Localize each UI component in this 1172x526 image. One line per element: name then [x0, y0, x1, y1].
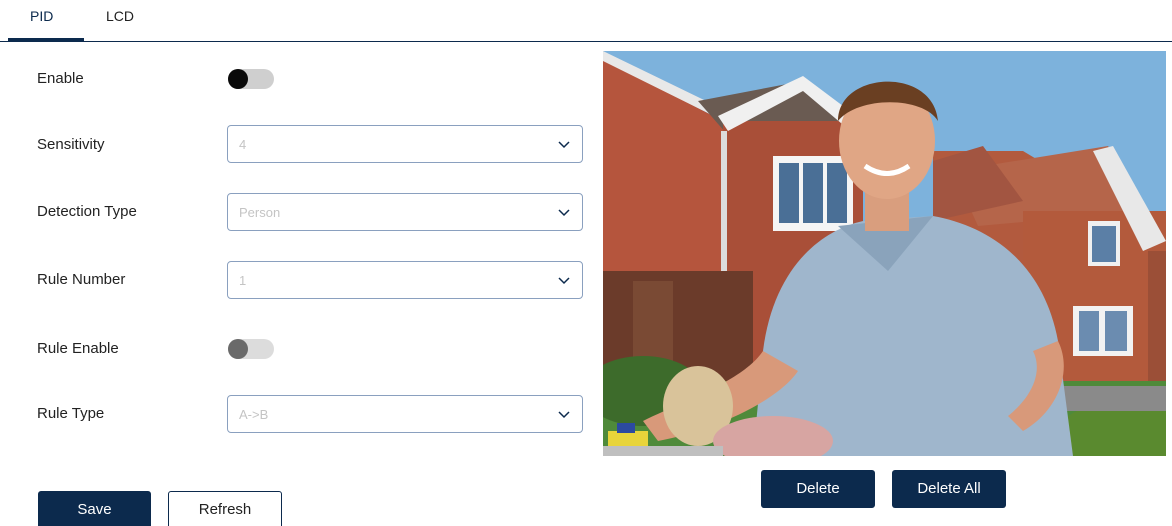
chevron-down-icon: [558, 209, 570, 217]
sensitivity-value: 4: [239, 137, 247, 152]
rule-type-select[interactable]: A->B: [227, 395, 583, 433]
rule-type-value: A->B: [239, 407, 269, 422]
chevron-down-icon: [558, 411, 570, 419]
rule-number-value: 1: [239, 273, 247, 288]
refresh-button[interactable]: Refresh: [168, 491, 282, 526]
active-tab-indicator: [8, 38, 84, 41]
tab-bar: PID LCD: [0, 0, 1172, 42]
camera-preview[interactable]: [603, 51, 1166, 456]
enable-toggle[interactable]: [228, 69, 274, 89]
rule-number-label: Rule Number: [37, 271, 126, 288]
rule-enable-label: Rule Enable: [37, 340, 119, 357]
save-button[interactable]: Save: [38, 491, 151, 526]
detection-type-value: Person: [239, 205, 281, 220]
rule-type-label: Rule Type: [37, 405, 105, 422]
sensitivity-select[interactable]: 4: [227, 125, 583, 163]
detection-type-label: Detection Type: [37, 203, 137, 220]
rule-enable-toggle[interactable]: [228, 339, 274, 359]
rule-number-select[interactable]: 1: [227, 261, 583, 299]
camera-snapshot-image: [603, 51, 1166, 456]
delete-button[interactable]: Delete: [761, 470, 875, 508]
chevron-down-icon: [558, 141, 570, 149]
sensitivity-label: Sensitivity: [37, 136, 105, 153]
toggle-knob: [228, 69, 248, 89]
detection-type-select[interactable]: Person: [227, 193, 583, 231]
tab-pid[interactable]: PID: [30, 8, 53, 24]
tab-lcd[interactable]: LCD: [106, 8, 134, 24]
enable-label: Enable: [37, 70, 84, 87]
delete-all-button[interactable]: Delete All: [892, 470, 1006, 508]
toggle-knob: [228, 339, 248, 359]
chevron-down-icon: [558, 277, 570, 285]
